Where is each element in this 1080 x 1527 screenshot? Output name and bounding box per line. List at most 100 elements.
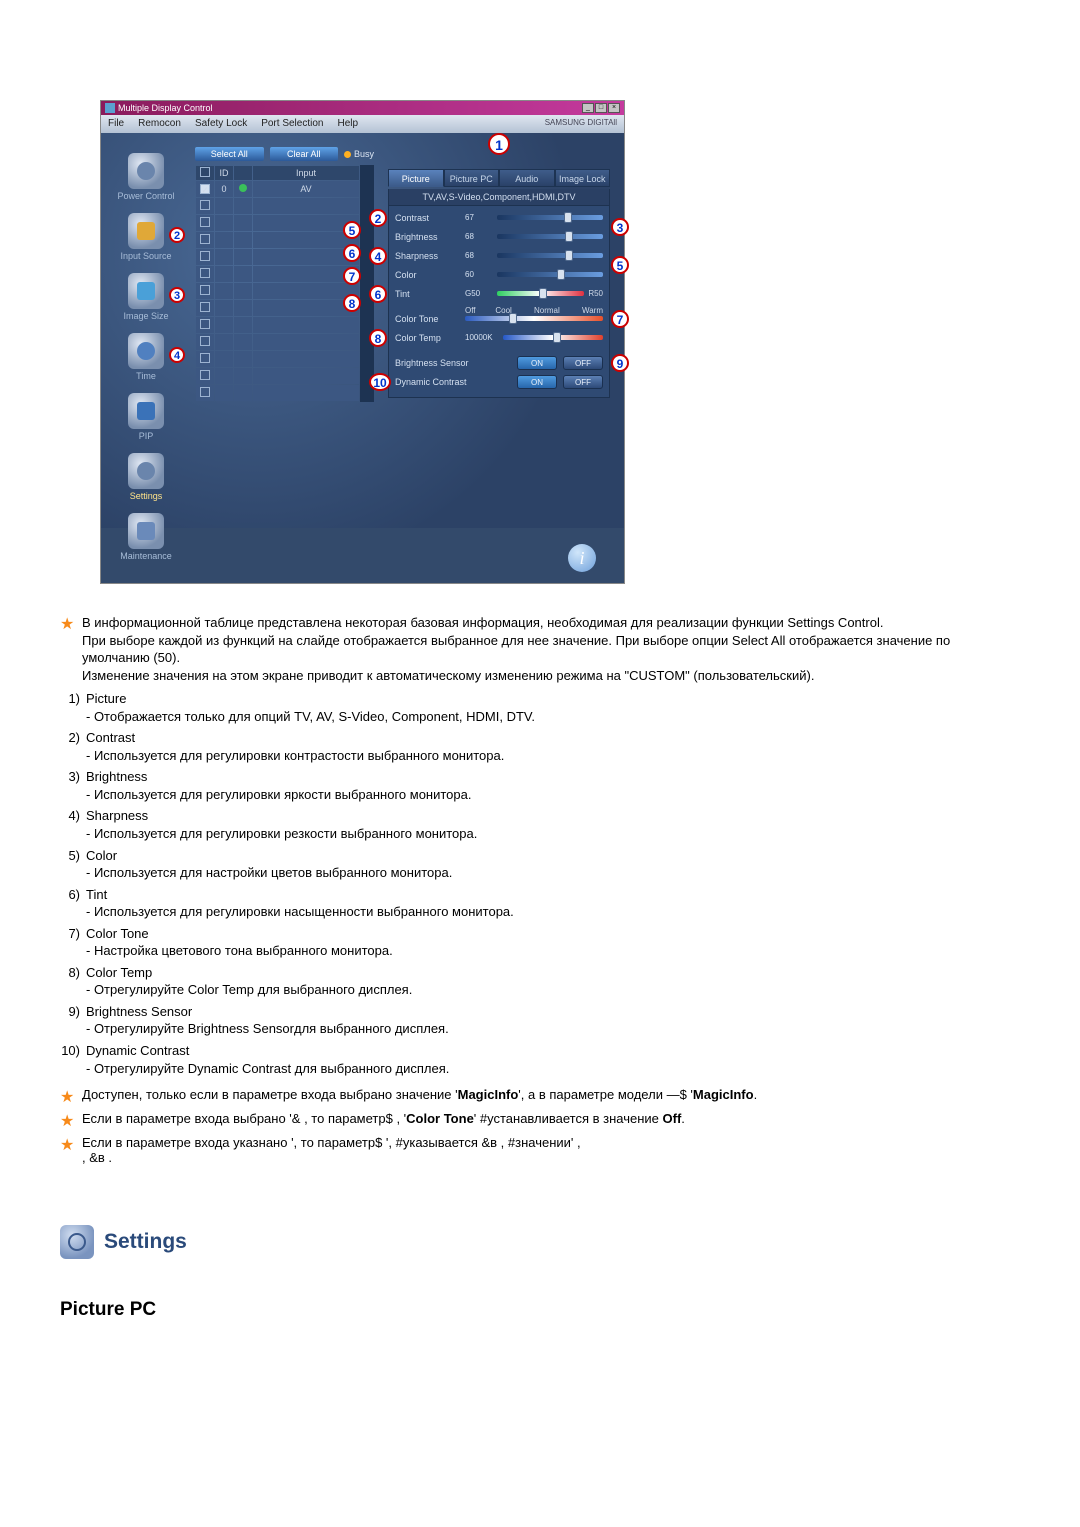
dcontrast-on[interactable]: ON	[517, 375, 557, 389]
tab-audio[interactable]: Audio	[499, 169, 555, 187]
table-row[interactable]: ✓0AV	[196, 181, 359, 197]
close-button[interactable]: ×	[608, 103, 620, 113]
brightness-slider[interactable]	[497, 234, 603, 239]
checkbox[interactable]	[200, 319, 210, 329]
col-input: Input	[253, 166, 359, 180]
badge-4: 4	[169, 347, 185, 363]
intro-text: В информационной таблице представлена не…	[82, 614, 1020, 684]
table-row[interactable]	[196, 198, 359, 214]
row-brightness: Brightness 68	[395, 227, 603, 246]
table-row[interactable]	[196, 283, 359, 299]
notes: ★ Доступен, только если в параметре вход…	[60, 1087, 1020, 1165]
checkbox[interactable]	[200, 200, 210, 210]
menu-remocon[interactable]: Remocon	[131, 115, 188, 133]
tab-imagelock[interactable]: Image Lock	[555, 169, 611, 187]
contrast-slider[interactable]	[497, 215, 603, 220]
footer: i	[101, 528, 624, 583]
table-row[interactable]	[196, 351, 359, 367]
star-icon: ★	[60, 614, 74, 684]
sidebar-item-pip[interactable]: PIP	[105, 393, 187, 441]
tint-slider[interactable]	[497, 291, 584, 296]
settings-section-icon	[60, 1225, 94, 1259]
colortemp-slider[interactable]	[503, 335, 603, 340]
checkbox[interactable]	[200, 268, 210, 278]
minimize-button[interactable]: _	[582, 103, 594, 113]
table-row[interactable]	[196, 249, 359, 265]
table-row[interactable]	[196, 317, 359, 333]
star-icon: ★	[60, 1087, 74, 1107]
table-row[interactable]	[196, 334, 359, 350]
sidebar-item-input[interactable]: Input Source 2	[105, 213, 187, 261]
table-row[interactable]	[196, 300, 359, 316]
badge-7: 7	[343, 267, 361, 285]
sidebar-item-power[interactable]: Power Control	[105, 153, 187, 201]
menu-file[interactable]: File	[101, 115, 131, 133]
imagesize-icon	[128, 273, 164, 309]
app-icon	[105, 103, 115, 113]
busy-indicator: Busy	[344, 149, 374, 159]
table-row[interactable]	[196, 215, 359, 231]
star-icon: ★	[60, 1135, 74, 1165]
bsensor-off[interactable]: OFF	[563, 356, 603, 370]
sidebar-item-time[interactable]: Time 4	[105, 333, 187, 381]
checkbox[interactable]	[200, 285, 210, 295]
color-slider[interactable]	[497, 272, 603, 277]
badge-5: 5	[343, 221, 361, 239]
info-icon[interactable]: i	[568, 544, 596, 572]
row-sharpness: 4 Sharpness 68 5	[395, 246, 603, 265]
row-bsensor: Brightness Sensor ON OFF 9	[395, 353, 603, 372]
scrollbar[interactable]	[360, 165, 374, 402]
sidebar-item-settings[interactable]: Settings	[105, 453, 187, 501]
app-title: Multiple Display Control	[118, 103, 213, 113]
table-row[interactable]	[196, 232, 359, 248]
badge-1: 1	[488, 133, 510, 155]
settings-heading: Settings	[60, 1225, 1020, 1259]
dcontrast-off[interactable]: OFF	[563, 375, 603, 389]
brand: SAMSUNG DIGITAll	[538, 115, 624, 133]
table-row[interactable]	[196, 266, 359, 282]
table-row[interactable]	[196, 385, 359, 401]
checkbox[interactable]: ✓	[200, 184, 210, 194]
checkbox[interactable]	[200, 387, 210, 397]
row-color: Color 60	[395, 265, 603, 284]
bsensor-on[interactable]: ON	[517, 356, 557, 370]
tab-picturepc[interactable]: Picture PC	[444, 169, 500, 187]
select-all-button[interactable]: Select All	[195, 147, 264, 161]
checkbox[interactable]	[200, 251, 210, 261]
row-dcontrast: 10 Dynamic Contrast ON OFF	[395, 372, 603, 391]
menu-help[interactable]: Help	[330, 115, 365, 133]
sharpness-slider[interactable]	[497, 253, 603, 258]
menu-portselection[interactable]: Port Selection	[254, 115, 330, 133]
checkbox[interactable]	[200, 302, 210, 312]
maximize-button[interactable]: □	[595, 103, 607, 113]
display-list: Select All Clear All Busy ID Input ✓0AV	[191, 133, 378, 528]
colortone-slider[interactable]	[465, 316, 603, 321]
badge-8: 8	[343, 294, 361, 312]
settings-icon	[128, 453, 164, 489]
display-table: ID Input ✓0AV	[195, 165, 360, 402]
checkbox[interactable]	[200, 217, 210, 227]
badge-3: 3	[169, 287, 185, 303]
settings-panel: 1 Picture Picture PC Audio Image Lock TV…	[378, 133, 624, 528]
picture-pc-heading: Picture PC	[60, 1299, 1020, 1321]
sidebar-item-imagesize[interactable]: Image Size 3	[105, 273, 187, 321]
col-id: ID	[215, 166, 233, 180]
table-row[interactable]	[196, 368, 359, 384]
source-list: TV,AV,S-Video,Component,HDMI,DTV	[388, 189, 610, 206]
badge-2: 2	[169, 227, 185, 243]
checkbox[interactable]	[200, 370, 210, 380]
power-icon	[128, 153, 164, 189]
checkbox[interactable]	[200, 336, 210, 346]
checkbox-header[interactable]	[200, 167, 210, 177]
checkbox[interactable]	[200, 234, 210, 244]
clear-all-button[interactable]: Clear All	[270, 147, 339, 161]
titlebar: Multiple Display Control _ □ ×	[101, 101, 624, 115]
row-contrast: 2 Contrast 67 3	[395, 208, 603, 227]
tab-picture[interactable]: Picture	[388, 169, 444, 187]
app-window: Multiple Display Control _ □ × File Remo…	[100, 100, 625, 584]
checkbox[interactable]	[200, 353, 210, 363]
menu-safetylock[interactable]: Safety Lock	[188, 115, 254, 133]
input-icon	[128, 213, 164, 249]
time-icon	[128, 333, 164, 369]
col-status	[234, 166, 252, 180]
